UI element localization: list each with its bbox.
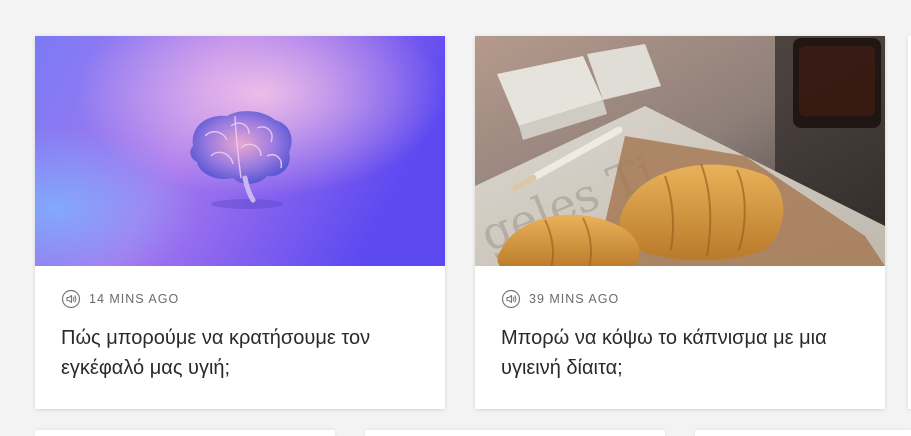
article-time: 14 MINS AGO — [89, 292, 180, 306]
next-row-card-edge — [365, 430, 665, 436]
article-image[interactable]: geles Ti — [475, 36, 885, 266]
article-title[interactable]: Πώς μπορούμε να κρατήσουμε τον εγκέφαλό … — [61, 323, 431, 383]
article-image[interactable] — [35, 36, 445, 266]
audio-speaker-icon — [61, 289, 81, 309]
article-meta: 39 MINS AGO — [501, 289, 619, 309]
croissant-photo: geles Ti — [475, 36, 885, 266]
article-time: 39 MINS AGO — [529, 292, 620, 306]
article-card[interactable]: geles Ti 39 MINS AGO Μπορώ να κόψω το κά… — [475, 36, 885, 409]
next-row-card-edge — [35, 430, 335, 436]
brain-illustration — [35, 36, 445, 266]
article-card[interactable]: 14 MINS AGO Πώς μπορούμε να κρατήσουμε τ… — [35, 36, 445, 409]
next-row-card-edge — [695, 430, 911, 436]
article-title[interactable]: Μπορώ να κόψω το κάπνισμα με μια υγιεινή… — [501, 323, 871, 383]
article-meta: 14 MINS AGO — [61, 289, 179, 309]
audio-speaker-icon — [501, 289, 521, 309]
